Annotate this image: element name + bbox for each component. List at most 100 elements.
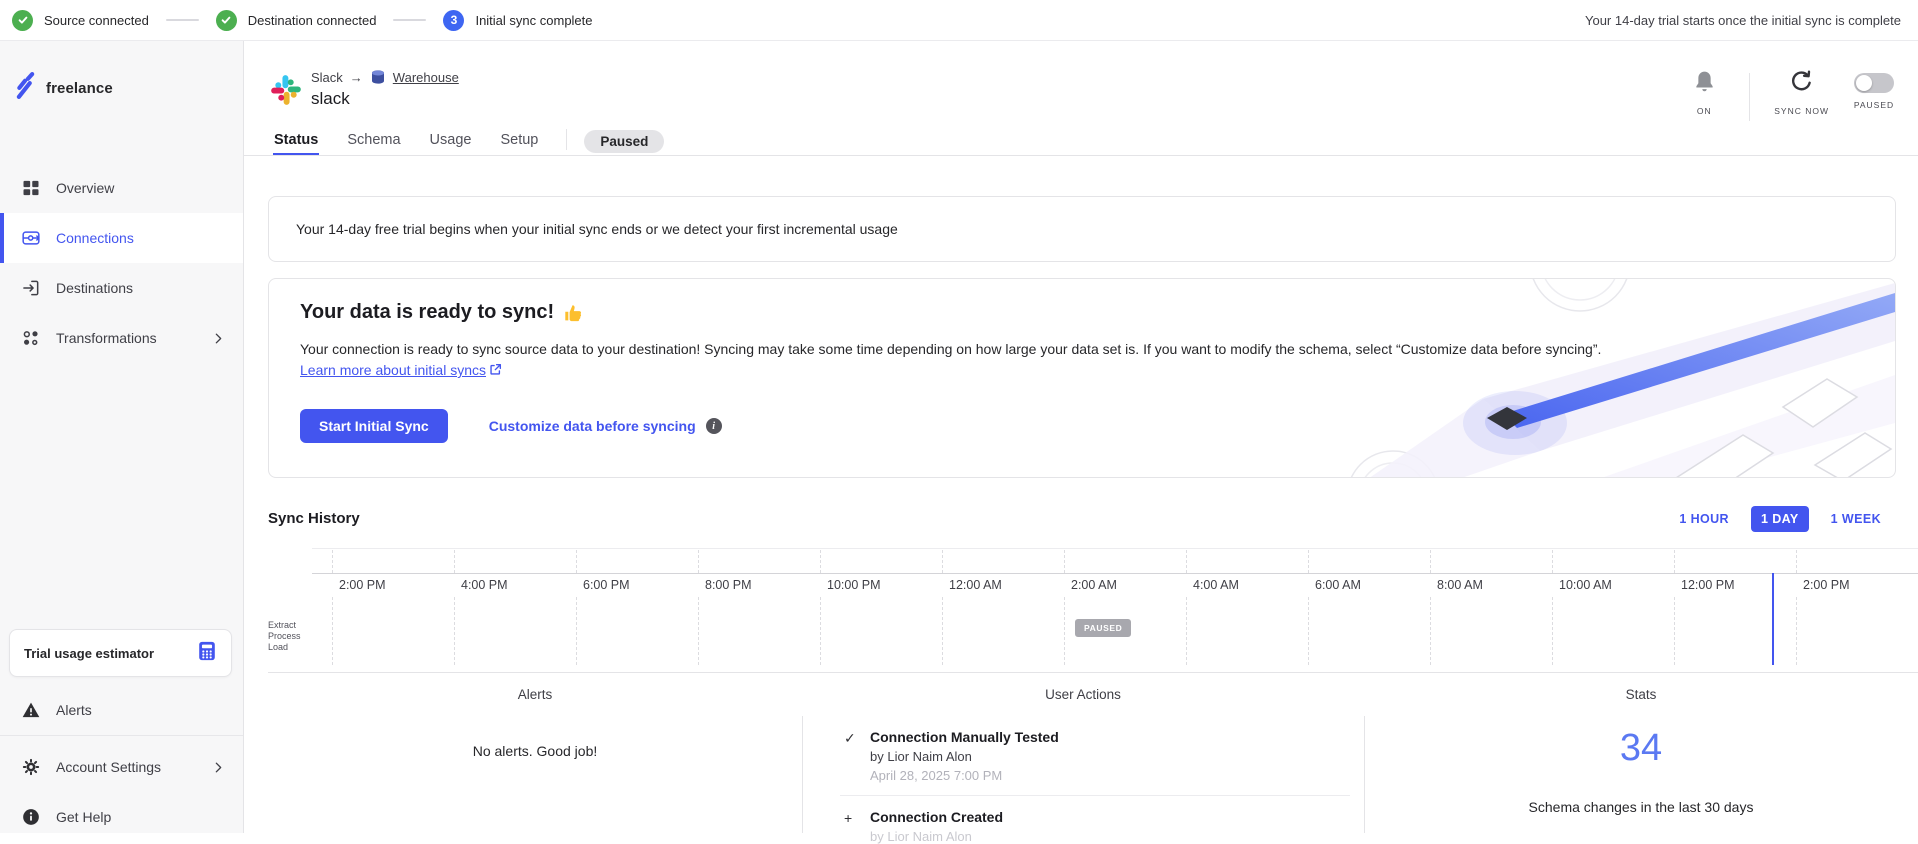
pause-toggle[interactable]: PAUSED (1853, 69, 1895, 110)
timeline-time-label: 12:00 AM (949, 578, 1002, 592)
brand-logo[interactable]: freelance (16, 71, 113, 105)
sync-now-button[interactable]: SYNC NOW (1774, 69, 1829, 116)
timeline-time-label: 2:00 AM (1071, 578, 1117, 592)
current-time-marker (1772, 573, 1774, 665)
paused-status-pill: Paused (584, 130, 664, 153)
destinations-icon (21, 278, 41, 298)
user-actions-divider (840, 795, 1350, 796)
timeline-time-label: 12:00 PM (1681, 578, 1735, 592)
user-action-item: ✓ Connection Manually Tested by Lior Nai… (844, 729, 1344, 783)
trial-banner: Your 14-day free trial begins when your … (268, 196, 1896, 262)
tab-usage[interactable]: Usage (429, 126, 473, 156)
timeline-time-label: 10:00 PM (827, 578, 881, 592)
notifications-button[interactable]: ON (1683, 69, 1725, 116)
sidebar-item-alerts[interactable]: Alerts (0, 690, 243, 730)
timeline-gridline (820, 597, 821, 665)
step-label: Source connected (44, 13, 149, 28)
step-initial-sync: 3 Initial sync complete (443, 10, 592, 31)
stepper-connector (166, 19, 199, 21)
stats-panel: Stats 34 Schema changes in the last 30 d… (1364, 673, 1918, 833)
transformations-icon (21, 328, 41, 348)
timeline-gridline (1430, 550, 1431, 573)
start-initial-sync-button[interactable]: Start Initial Sync (300, 409, 448, 443)
lane-label-load: Load (268, 642, 301, 653)
customize-data-link[interactable]: Customize data before syncing (489, 418, 696, 434)
timeline-gridline (1552, 550, 1553, 573)
sidebar-item-label: Connections (56, 230, 134, 246)
arrow-right-icon: → (350, 70, 363, 85)
timeline-gridline (576, 597, 577, 665)
step-source-connected: Source connected (12, 10, 149, 31)
timeline-paused-badge: PAUSED (1075, 619, 1131, 637)
tab-setup[interactable]: Setup (499, 126, 539, 156)
workspace-name: freelance (46, 80, 113, 97)
timeline-gridline (1796, 550, 1797, 573)
timeline-gridline (1674, 550, 1675, 573)
app-root: Source connected Destination connected 3… (0, 0, 1918, 833)
schema-changes-count: 34 (1364, 727, 1918, 770)
overview-icon (21, 178, 41, 198)
sidebar-item-get-help[interactable]: Get Help (0, 797, 243, 837)
warehouse-icon (370, 69, 386, 85)
gear-icon (21, 757, 41, 777)
tab-status[interactable]: Status (273, 126, 319, 156)
sidebar-item-label: Get Help (56, 809, 111, 825)
alerts-empty-message: No alerts. Good job! (268, 743, 802, 759)
breadcrumb-destination-link[interactable]: Warehouse (393, 70, 459, 85)
timeline-gridline (942, 550, 943, 573)
timeline-gridline (1796, 597, 1797, 665)
timeline-gridline (698, 597, 699, 665)
timeline-gridline (820, 550, 821, 573)
sidebar-item-connections[interactable]: Connections (0, 213, 243, 263)
timeline-gridline (1308, 597, 1309, 665)
sync-history-title: Sync History (268, 510, 360, 527)
connections-icon (21, 228, 41, 248)
sidebar-nav: Overview Connections Destinations Transf… (0, 163, 243, 363)
info-icon[interactable]: i (706, 418, 722, 434)
trial-usage-estimator-label: Trial usage estimator (24, 646, 154, 661)
breadcrumb: Slack → Warehouse (311, 69, 459, 85)
timeline-gridline (1674, 597, 1675, 665)
user-action-author: by Lior Naim Alon (870, 829, 1003, 844)
sidebar-item-destinations[interactable]: Destinations (0, 263, 243, 313)
toggle-switch-icon[interactable] (1854, 73, 1894, 93)
sync-now-label: SYNC NOW (1774, 106, 1829, 116)
timeline-time-label: 4:00 AM (1193, 578, 1239, 592)
external-link-icon (489, 361, 502, 374)
trial-usage-estimator[interactable]: Trial usage estimator (9, 629, 232, 677)
sync-history-timeline[interactable]: PAUSED 2:00 PM4:00 PM6:00 PM8:00 PM10:00… (312, 548, 1918, 665)
connection-tabs: Status Schema Usage Setup Paused (273, 126, 664, 156)
pause-toggle-label: PAUSED (1854, 100, 1894, 110)
sidebar-item-account-settings[interactable]: Account Settings (0, 747, 243, 787)
user-action-author: by Lior Naim Alon (870, 749, 1059, 764)
timeline-gridline (332, 550, 333, 573)
range-1-hour-button[interactable]: 1 HOUR (1669, 506, 1739, 532)
sidebar-item-label: Overview (56, 180, 114, 196)
timeline-time-label: 8:00 PM (705, 578, 752, 592)
sidebar: freelance Overview Connections Destinati… (0, 41, 244, 833)
timeline-time-label: 10:00 AM (1559, 578, 1612, 592)
check-icon (12, 10, 33, 31)
range-1-day-button[interactable]: 1 DAY (1751, 506, 1809, 532)
alerts-panel: Alerts No alerts. Good job! (268, 673, 802, 833)
learn-more-link[interactable]: Learn more about initial syncs (300, 362, 486, 378)
chevron-right-icon (212, 332, 225, 345)
sidebar-item-transformations[interactable]: Transformations (0, 313, 243, 363)
connection-controls: ON SYNC NOW PAUSED (1683, 69, 1895, 121)
step-destination-connected: Destination connected (216, 10, 377, 31)
sidebar-item-label: Transformations (56, 330, 157, 346)
sidebar-item-overview[interactable]: Overview (0, 163, 243, 213)
lane-label-extract: Extract (268, 620, 301, 631)
check-icon (216, 10, 237, 31)
user-action-date: April 28, 2025 7:00 PM (870, 768, 1059, 783)
tab-schema[interactable]: Schema (346, 126, 401, 156)
timeline-gridline (454, 550, 455, 573)
stepper: Source connected Destination connected 3… (12, 10, 593, 31)
slack-logo-icon (270, 74, 302, 106)
range-1-week-button[interactable]: 1 WEEK (1821, 506, 1891, 532)
timeline-gridline (1308, 550, 1309, 573)
alert-triangle-icon (21, 700, 41, 720)
onboarding-stepper-bar: Source connected Destination connected 3… (0, 0, 1918, 41)
schema-changes-caption: Schema changes in the last 30 days (1364, 799, 1918, 815)
trial-banner-text: Your 14-day free trial begins when your … (296, 221, 898, 237)
